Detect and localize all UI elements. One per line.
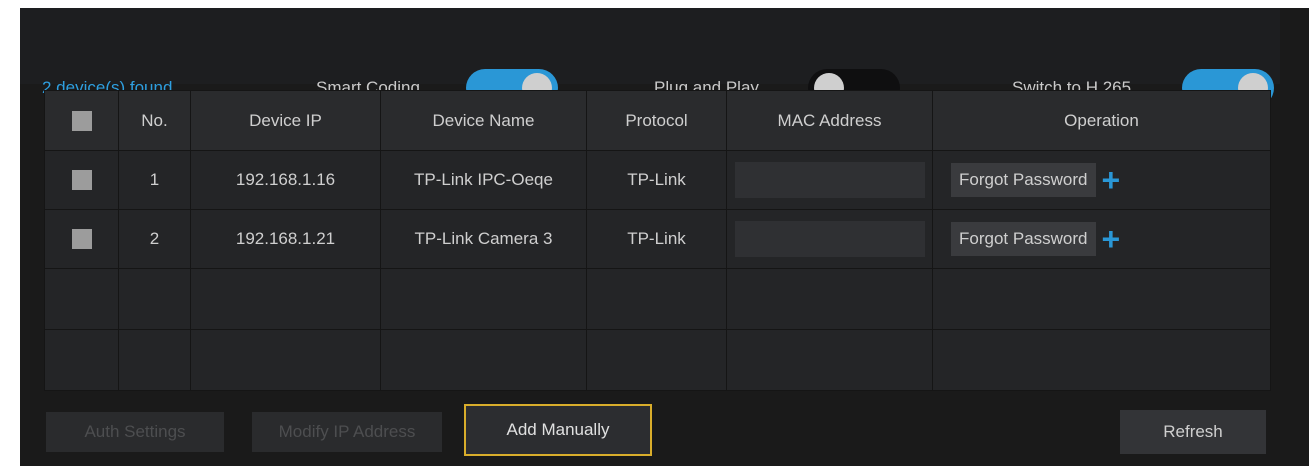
mac-address-field: [734, 162, 925, 198]
device-name: TP-Link Camera 3: [380, 209, 587, 269]
operation-cell: Forgot Password +: [932, 209, 1271, 269]
select-all-checkbox[interactable]: [71, 110, 92, 131]
empty-row: [44, 329, 1271, 391]
row-select-cell: [44, 150, 119, 210]
forgot-password-button[interactable]: Forgot Password: [951, 222, 1096, 256]
mac-address-cell: [726, 150, 933, 210]
table-header-row: No. Device IP Device Name Protocol MAC A…: [44, 90, 1271, 151]
mac-address-cell: [726, 209, 933, 269]
add-plus-icon[interactable]: +: [1102, 164, 1121, 196]
refresh-button[interactable]: Refresh: [1120, 410, 1266, 454]
operation-cell: Forgot Password +: [932, 150, 1271, 210]
row-select-cell: [44, 209, 119, 269]
table-row[interactable]: 2 192.168.1.21 TP-Link Camera 3 TP-Link …: [44, 209, 1271, 269]
select-all-cell: [44, 90, 119, 151]
device-name: TP-Link IPC-Oeqe: [380, 150, 587, 210]
mac-address-field: [734, 221, 925, 257]
row-checkbox[interactable]: [71, 170, 92, 191]
device-table: No. Device IP Device Name Protocol MAC A…: [44, 90, 1271, 391]
column-header: Protocol: [586, 90, 727, 151]
row-number: 1: [118, 150, 191, 210]
column-header: Operation: [932, 90, 1271, 151]
table-row[interactable]: 1 192.168.1.16 TP-Link IPC-Oeqe TP-Link …: [44, 150, 1271, 210]
column-header: Device IP: [190, 90, 381, 151]
add-plus-icon[interactable]: +: [1102, 223, 1121, 255]
device-protocol: TP-Link: [586, 209, 727, 269]
row-number: 2: [118, 209, 191, 269]
device-protocol: TP-Link: [586, 150, 727, 210]
add-manually-button[interactable]: Add Manually: [464, 404, 652, 456]
auth-settings-button[interactable]: Auth Settings: [46, 412, 224, 452]
device-ip: 192.168.1.16: [190, 150, 381, 210]
panel-header: [20, 8, 1280, 84]
row-checkbox[interactable]: [71, 229, 92, 250]
column-header: No.: [118, 90, 191, 151]
device-ip: 192.168.1.21: [190, 209, 381, 269]
forgot-password-button[interactable]: Forgot Password: [951, 163, 1096, 197]
modify-ip-address-button[interactable]: Modify IP Address: [252, 412, 442, 452]
empty-row: [44, 268, 1271, 330]
column-header: Device Name: [380, 90, 587, 151]
column-header: MAC Address: [726, 90, 933, 151]
